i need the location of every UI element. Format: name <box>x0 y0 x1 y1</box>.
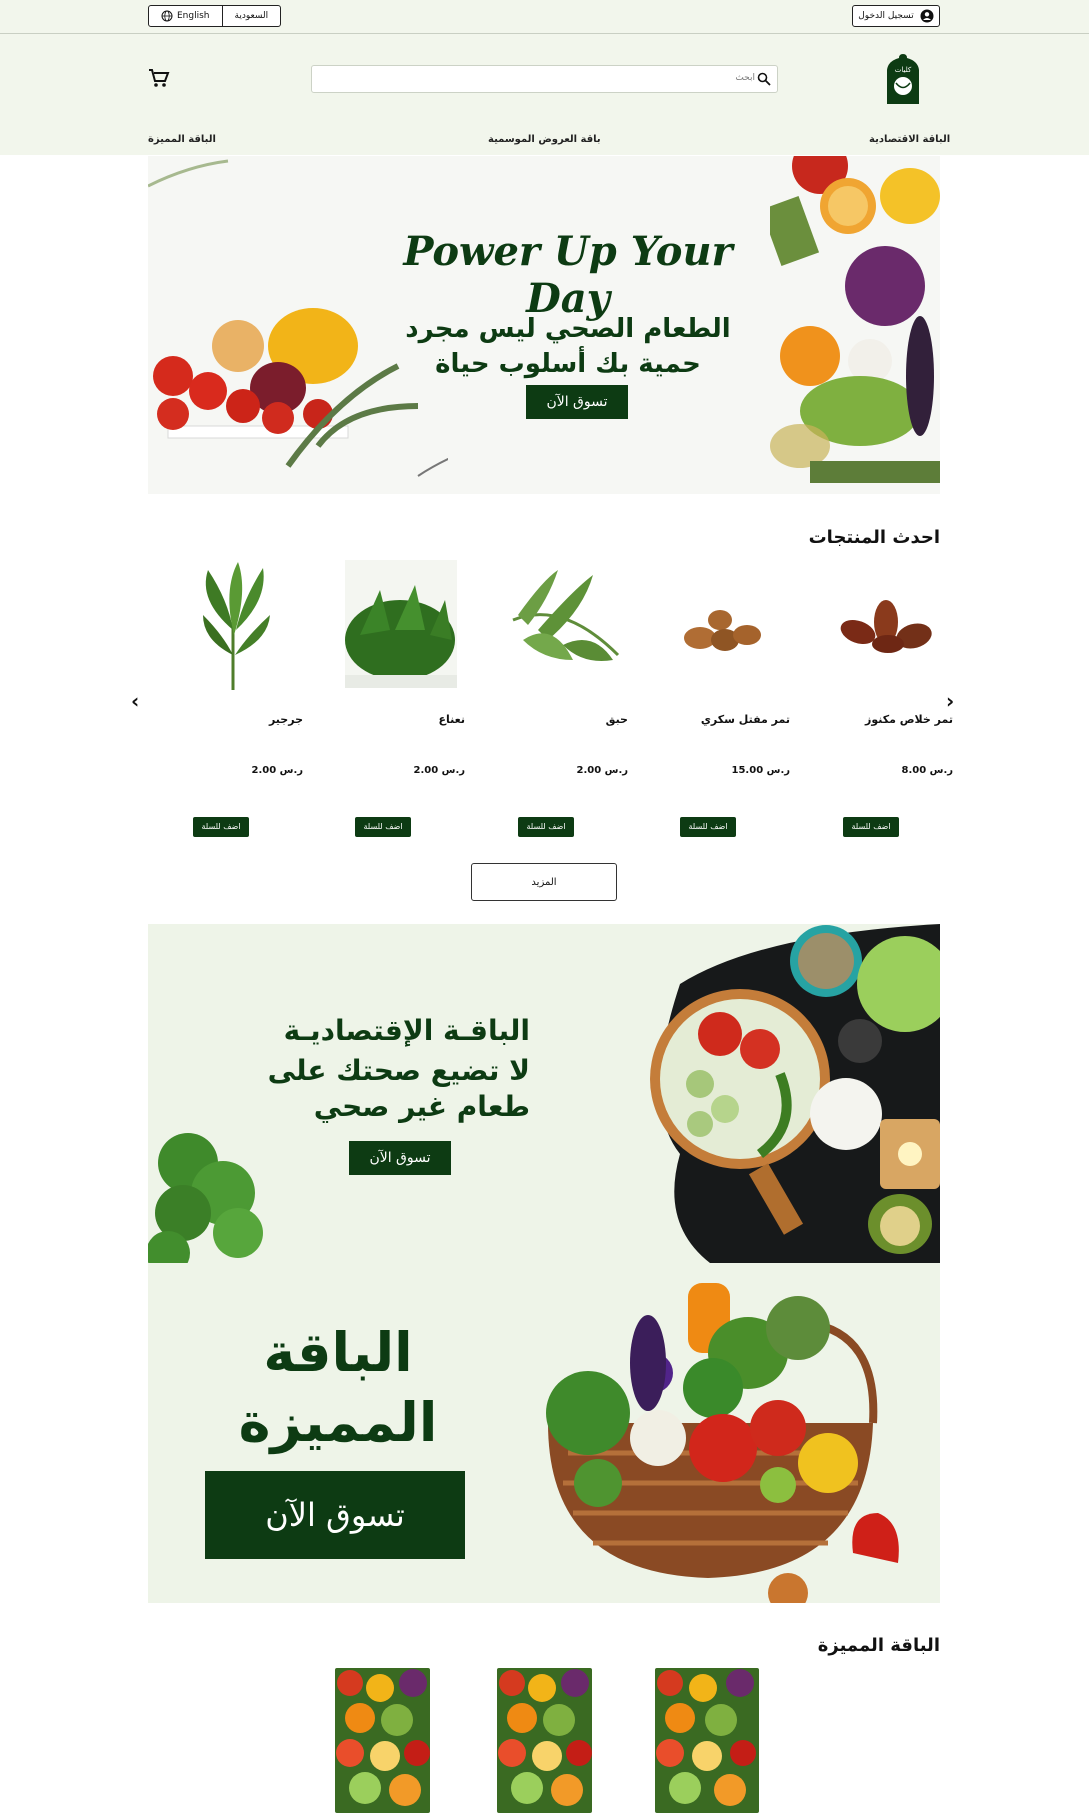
hero-arabic-line-1: الطعام الصحي ليس مجرد <box>405 314 731 344</box>
product-price: 2.00 ر.س <box>413 765 465 776</box>
search-icon[interactable] <box>757 72 771 86</box>
add-to-cart-button[interactable]: اضف للسلة <box>518 817 574 837</box>
parsley-image <box>148 1133 263 1263</box>
product-name[interactable]: تمر مفتل سكري <box>701 713 790 726</box>
product-name[interactable]: نعناع <box>439 713 465 726</box>
products-carousel: جرجير 2.00 ر.س اضف للسلة نعناع 2.00 ر.س … <box>148 555 953 845</box>
product-card[interactable]: تمر خلاص مكنوز 8.00 ر.س اضف للسلة <box>798 555 953 845</box>
economy-line-3: طعام غير صحي <box>313 1090 530 1123</box>
add-to-cart-button[interactable]: اضف للسلة <box>355 817 411 837</box>
product-price: 2.00 ر.س <box>251 765 303 776</box>
hero-shop-now-button[interactable]: تسوق الآن <box>526 385 628 419</box>
language-switcher: English السعودية <box>148 5 282 27</box>
product-card[interactable]: حبق 2.00 ر.س اضف للسلة <box>473 555 628 845</box>
economy-package-banner: الباقـة الإقتصاديـة لا تضيع صحتك على طعا… <box>148 924 940 1263</box>
user-icon <box>920 9 934 23</box>
arugula-image <box>203 562 270 690</box>
more-products-button[interactable]: المزيد <box>471 863 617 901</box>
add-to-cart-button[interactable]: اضف للسلة <box>843 817 899 837</box>
product-name[interactable]: جرجير <box>269 713 303 726</box>
mint-image <box>345 560 457 688</box>
product-card[interactable]: جرجير 2.00 ر.س اضف للسلة <box>148 555 303 845</box>
hero-banner: Power Up Your Day الطعام الصحي ليس مجرد … <box>148 156 940 494</box>
economy-line-2: لا تضيع صحتك على <box>267 1054 530 1087</box>
top-bar: English السعودية تسجيل الدخول <box>0 0 1089 34</box>
add-to-cart-button[interactable]: اضف للسلة <box>680 817 736 837</box>
product-price: 8.00 ر.س <box>901 765 953 776</box>
login-button[interactable]: تسجيل الدخول <box>852 5 940 27</box>
basil-image <box>512 570 620 661</box>
premium-product-thumbnail[interactable] <box>655 1668 759 1813</box>
vegetable-basket-image <box>546 1283 899 1603</box>
nav-seasonal-offers[interactable]: باقة العروض الموسمية <box>488 134 601 145</box>
premium-product-thumbnail[interactable] <box>335 1668 430 1813</box>
premium-product-thumbnail[interactable] <box>497 1668 592 1813</box>
product-card[interactable]: تمر مفتل سكري 15.00 ر.س اضف للسلة <box>635 555 790 845</box>
vegetables-right-image <box>770 156 940 483</box>
food-board-image <box>650 924 940 1263</box>
english-language-button[interactable]: English <box>149 6 222 26</box>
cart-icon[interactable] <box>148 68 170 92</box>
dates-image <box>684 610 761 651</box>
nav-premium-package[interactable]: الباقة المميزة <box>148 134 216 145</box>
site-logo[interactable]: كليات <box>884 52 922 106</box>
premium-section-title: الباقة المميزة <box>817 1635 940 1656</box>
economy-title: الباقـة الإقتصاديـة <box>283 1014 530 1047</box>
product-name[interactable]: حبق <box>606 713 628 726</box>
hero-english-headline: Power Up Your Day <box>403 228 733 322</box>
premium-shop-now-button[interactable]: تسوق الآن <box>205 1471 465 1559</box>
premium-title-line-1: الباقة <box>263 1321 413 1384</box>
hero-arabic-line-2: حمية بك أسلوب حياة <box>435 349 701 379</box>
product-name[interactable]: تمر خلاص مكنوز <box>865 713 953 726</box>
country-label: السعودية <box>234 11 269 21</box>
premium-title-line-2: المميزة <box>238 1391 438 1454</box>
english-label: English <box>177 11 210 21</box>
country-select-button[interactable]: السعودية <box>221 6 281 26</box>
logo-text: كليات <box>894 66 912 74</box>
carousel-prev-arrow[interactable]: ‹ <box>131 689 139 713</box>
search-placeholder: ابحث <box>735 73 755 83</box>
latest-products-title: احدث المنتجات <box>808 527 940 548</box>
product-price: 2.00 ر.س <box>576 765 628 776</box>
login-label: تسجيل الدخول <box>858 11 914 21</box>
economy-shop-now-button[interactable]: تسوق الآن <box>349 1141 451 1175</box>
product-card[interactable]: نعناع 2.00 ر.س اضف للسلة <box>310 555 465 845</box>
product-price: 15.00 ر.س <box>731 765 790 776</box>
nav-economy-package[interactable]: الباقة الاقتصادية <box>869 134 950 145</box>
dates-image <box>840 600 932 653</box>
premium-package-banner: الباقة المميزة تسوق الآن <box>148 1263 940 1603</box>
add-to-cart-button[interactable]: اضف للسلة <box>193 817 249 837</box>
globe-icon <box>161 10 173 22</box>
search-input[interactable]: ابحث <box>311 65 778 93</box>
